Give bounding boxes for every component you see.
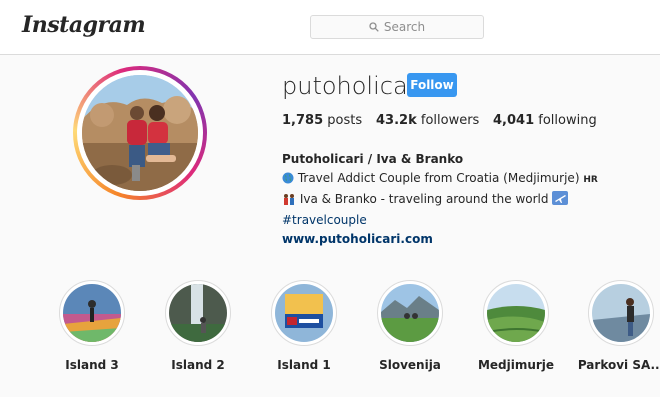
profile-full-name: Putoholicari / Iva & Branko [282,152,464,166]
search-placeholder: Search [383,20,426,34]
highlight-island2-icon [169,284,227,342]
highlight-item[interactable]: Parkovi SA... [576,280,660,372]
highlight-medjimurje-icon [487,284,545,342]
followers-label: followers [420,113,480,128]
followers-stat[interactable]: 43.2k followers [376,113,479,128]
highlight-label: Parkovi SA... [577,358,660,372]
highlight-ring [271,280,337,346]
highlight-label: Medjimurje [477,358,555,372]
avatar-photo [82,75,198,191]
story-highlights: Island 3 Island 2 Island 1 Slovenija Med… [0,275,660,375]
profile-avatar[interactable] [73,66,207,200]
top-nav-bar: Instagram Search [0,0,660,55]
highlight-item[interactable]: Slovenija [365,280,455,372]
avatar-image [82,75,198,191]
hashtag-link[interactable]: #travelcouple [282,211,598,230]
website-link[interactable]: www.putoholicari.com [282,230,598,249]
following-count: 4,041 [493,113,535,128]
posts-label: posts [327,113,363,128]
highlight-label: Island 3 [65,358,119,372]
highlight-item[interactable]: Medjimurje [471,280,561,372]
globe-icon [282,171,294,190]
airplane-icon [552,191,569,211]
search-icon [369,22,379,32]
highlight-label: Slovenija [379,358,441,372]
highlight-ring [165,280,231,346]
bio-line-1-text: Travel Addict Couple from Croatia (Medji… [297,171,580,185]
highlight-item[interactable]: Island 1 [259,280,349,372]
highlight-item[interactable]: Island 2 [153,280,243,372]
follow-button[interactable]: Follow [407,73,457,97]
bio-line-2-text: Iva & Branko - traveling around the worl… [299,192,549,206]
highlight-ring [483,280,549,346]
highlight-label: Island 1 [277,358,331,372]
bio-line-2: Iva & Branko - traveling around the worl… [282,190,598,211]
instagram-logo[interactable]: Instagram [22,12,146,38]
posts-stat: 1,785 posts [282,113,362,128]
avatar-border [77,70,203,196]
highlight-island1-icon [275,284,333,342]
following-label: following [538,113,597,128]
highlight-parkovi-icon [592,284,650,342]
bio-line-1-suffix: HR [583,175,598,185]
highlight-island3-icon [63,284,121,342]
highlight-ring [377,280,443,346]
profile-bio: Putoholicari / Iva & Branko Travel Addic… [282,150,598,249]
followers-count: 43.2k [376,113,417,128]
highlight-item[interactable]: Island 3 [47,280,137,372]
highlight-ring [588,280,654,346]
profile-username: putoholicari [282,72,425,100]
search-input[interactable]: Search [310,15,484,39]
posts-count: 1,785 [282,113,324,128]
couple-icon [282,192,296,211]
bio-line-1: Travel Addict Couple from Croatia (Medji… [282,169,598,190]
highlight-ring [59,280,125,346]
highlight-label: Island 2 [171,358,225,372]
following-stat[interactable]: 4,041 following [493,113,597,128]
highlight-slovenija-icon [381,284,439,342]
